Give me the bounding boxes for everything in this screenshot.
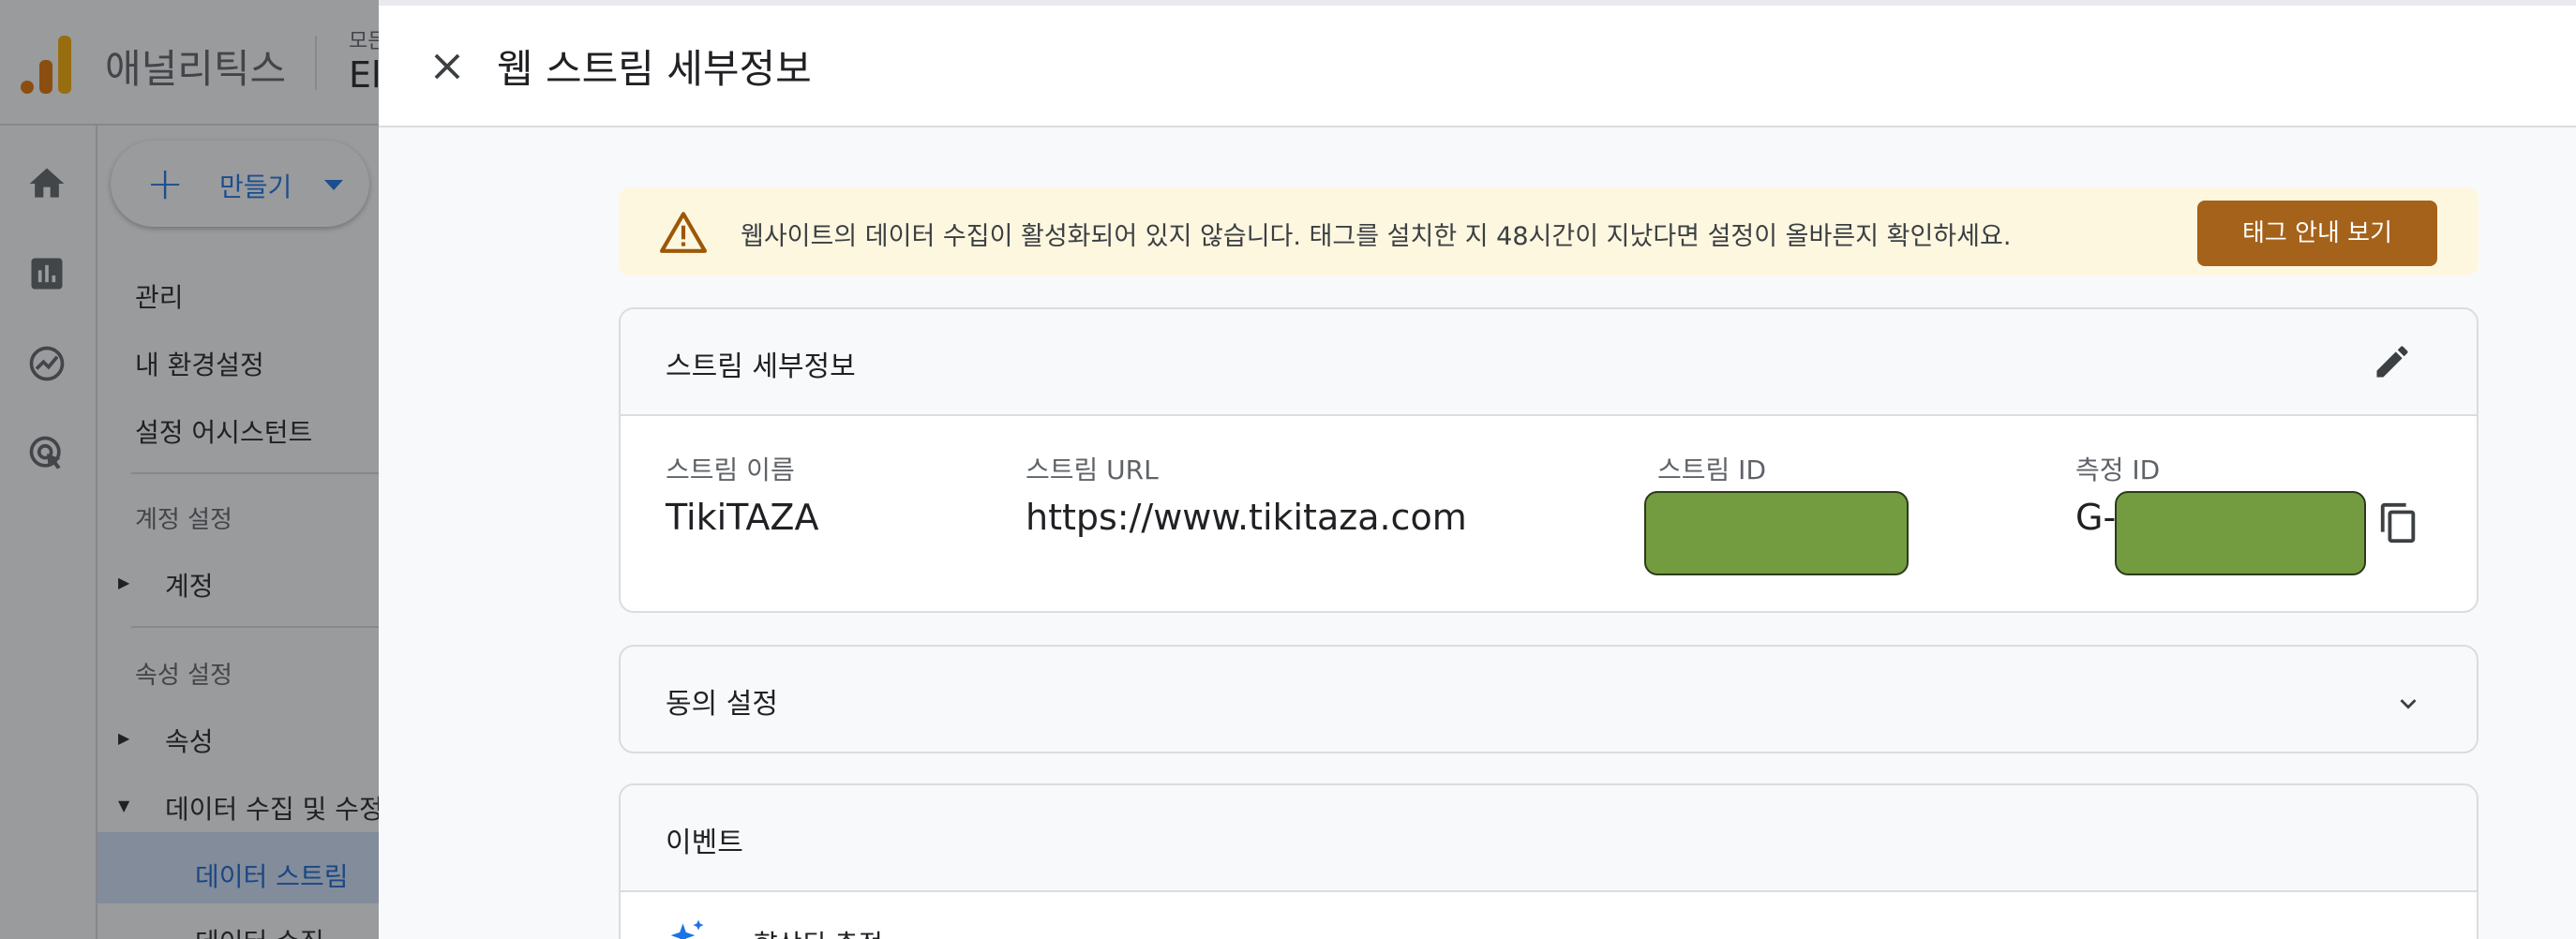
stream-name-label: 스트림 이름	[666, 455, 795, 485]
warning-icon	[660, 212, 707, 253]
measurement-id-prefix: G-	[2075, 497, 2117, 538]
consent-settings-title: 동의 설정	[666, 688, 778, 721]
edit-stream-button[interactable]	[2372, 341, 2413, 382]
stream-url-value: https://www.tikitaza.com	[1026, 497, 1467, 538]
stream-details-title: 스트림 세부정보	[666, 350, 856, 383]
close-icon	[434, 53, 460, 80]
view-tag-instructions-button[interactable]: 태그 안내 보기	[2197, 201, 2437, 266]
copy-measurement-id-button[interactable]	[2377, 500, 2420, 545]
data-collection-warning-banner: 웹사이트의 데이터 수집이 활성화되어 있지 않습니다. 태그를 설치한 지 4…	[619, 187, 2479, 276]
measurement-id-label: 측정 ID	[2075, 455, 2161, 485]
pencil-icon	[2376, 346, 2408, 378]
copy-icon	[2380, 502, 2416, 544]
stream-name-value: TikiTAZA	[666, 497, 819, 538]
panel-title: 웹 스트림 세부정보	[497, 46, 812, 92]
measurement-id-redaction	[2115, 491, 2366, 575]
stream-id-redaction	[1644, 491, 1909, 575]
enhanced-measurement-label: 향상된 측정	[754, 924, 883, 939]
web-stream-details-panel: 웹 스트림 세부정보 웹사이트의 데이터 수집이 활성화되어 있지 않습니다. …	[379, 0, 2576, 939]
events-card: 이벤트 향상된 측정	[619, 783, 2479, 939]
events-header: 이벤트	[621, 785, 2477, 892]
stream-details-card: 스트림 세부정보 스트림 이름 TikiTAZA 스트림 URL https:/…	[619, 307, 2479, 613]
panel-header: 웹 스트림 세부정보	[379, 6, 2576, 127]
close-button[interactable]	[426, 45, 469, 88]
stream-url-label: 스트림 URL	[1026, 455, 1159, 485]
expand-consent-button[interactable]	[2392, 688, 2424, 720]
chevron-down-icon	[2400, 699, 2417, 709]
stream-details-header: 스트림 세부정보	[621, 309, 2477, 416]
events-title: 이벤트	[666, 827, 743, 859]
warning-message: 웹사이트의 데이터 수집이 활성화되어 있지 않습니다. 태그를 설치한 지 4…	[741, 222, 2012, 251]
stream-id-label: 스트림 ID	[1657, 455, 1766, 485]
sparkle-icon	[670, 919, 704, 939]
consent-settings-card[interactable]: 동의 설정	[619, 645, 2479, 753]
